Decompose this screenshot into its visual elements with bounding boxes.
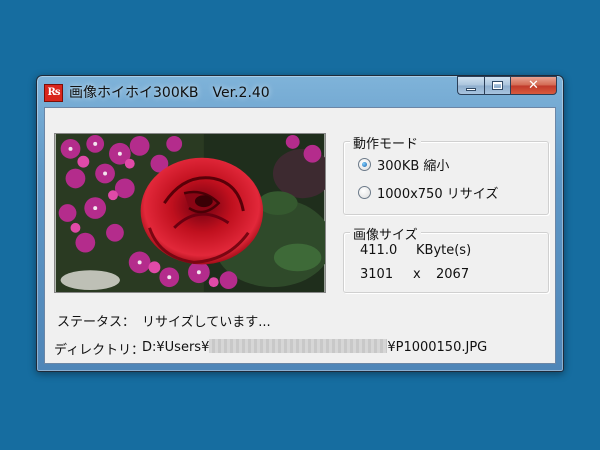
client-area: 動作モード 300KB 縮小 1000x750 リサイズ 画像サイズ 411.0… [44,107,556,364]
close-button[interactable]: ✕ [510,76,557,95]
status-label: ステータス： [57,315,136,330]
directory-path-prefix: D:¥Users¥ [142,340,210,355]
close-icon: ✕ [528,78,539,93]
maximize-icon [492,81,503,90]
maximize-button[interactable] [484,76,510,95]
window-controls: ✕ [457,76,557,96]
redacted-username [209,339,388,353]
file-size-unit: KByte(s) [416,243,472,258]
radio-1000x750-resize[interactable]: 1000x750 リサイズ [358,182,498,202]
app-icon[interactable]: Rs [44,84,63,102]
radio-unselected-icon[interactable] [358,185,371,199]
image-height-value: 2067 [436,267,470,282]
image-size-group: 画像サイズ 411.0 KByte(s) 3101 x 2067 [343,224,549,293]
directory-path: D:¥Users¥ ¥P1000150.JPG [142,339,487,355]
directory-label: ディレクトリ： [54,343,145,358]
radio-selected-icon[interactable] [358,157,371,171]
status-value: リサイズしています... [142,315,271,330]
radio-300kb-shrink[interactable]: 300KB 縮小 [358,154,449,174]
image-preview [54,133,326,293]
image-size-group-title: 画像サイズ [350,224,421,243]
file-size-value: 411.0 [360,243,398,258]
title-bar[interactable]: Rs 画像ホイホイ300KB Ver.2.40 ✕ [37,76,563,108]
app-window: Rs 画像ホイホイ300KB Ver.2.40 ✕ 動作モード 300KB 縮小… [36,75,564,372]
minimize-icon [466,88,476,91]
window-title: 画像ホイホイ300KB Ver.2.40 [69,85,270,101]
directory-path-suffix: ¥P1000150.JPG [387,340,488,355]
radio-1000x750-resize-label: 1000x750 リサイズ [377,186,499,202]
image-width-value: 3101 [360,267,394,282]
mode-group-title: 動作モード [350,133,422,152]
minimize-button[interactable] [457,76,484,95]
dimension-separator: x [413,267,421,282]
radio-300kb-shrink-label: 300KB 縮小 [377,158,450,174]
mode-group: 動作モード 300KB 縮小 1000x750 リサイズ [343,133,549,215]
